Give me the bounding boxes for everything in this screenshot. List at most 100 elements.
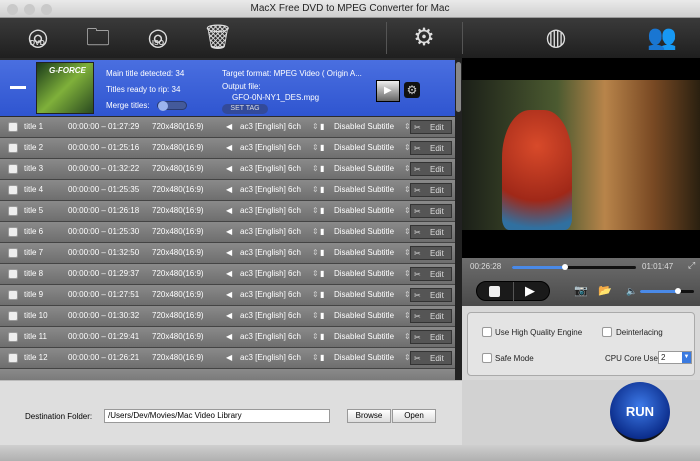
title-row[interactable]: title 4 00:00:00 – 01:25:35 720x480(16:9… — [0, 180, 455, 201]
title-row[interactable]: title 8 00:00:00 – 01:29:37 720x480(16:9… — [0, 264, 455, 285]
subtitle-select[interactable]: Disabled Subtitle — [334, 306, 394, 326]
audio-track-select[interactable]: ac3 [English] 6ch — [240, 285, 301, 305]
subtitle-select[interactable]: Disabled Subtitle — [334, 201, 394, 221]
set-tag-button[interactable]: SET TAG — [222, 104, 268, 114]
subtitle-select[interactable]: Disabled Subtitle — [334, 285, 394, 305]
title-row[interactable]: title 10 00:00:00 – 01:30:32 720x480(16:… — [0, 306, 455, 327]
title-row[interactable] — [0, 369, 455, 380]
audio-track-select[interactable]: ac3 [English] 6ch — [240, 138, 301, 158]
safe-mode-checkbox[interactable] — [482, 353, 492, 363]
subtitle-select[interactable]: Disabled Subtitle — [334, 117, 394, 137]
title-resolution: 720x480(16:9) — [152, 327, 204, 347]
seek-bar[interactable] — [512, 266, 636, 269]
dvd-cover: G-FORCE — [36, 62, 94, 114]
title-row[interactable]: title 1 00:00:00 – 01:27:29 720x480(16:9… — [0, 117, 455, 138]
audio-track-select[interactable]: ac3 [English] 6ch — [240, 159, 301, 179]
dvd-disc-button[interactable]: ◎DVD — [22, 22, 54, 54]
title-row[interactable]: title 12 00:00:00 – 01:26:21 720x480(16:… — [0, 348, 455, 369]
subtitle-select[interactable]: Disabled Subtitle — [334, 222, 394, 242]
title-checkbox[interactable] — [8, 311, 18, 321]
window-controls[interactable] — [7, 4, 52, 15]
title-checkbox[interactable] — [8, 122, 18, 132]
hq-engine-checkbox[interactable] — [482, 327, 492, 337]
audio-track-select[interactable]: ac3 [English] 6ch — [240, 180, 301, 200]
target-format[interactable]: Target format: MPEG Video ( Origin A... — [222, 69, 362, 78]
edit-button[interactable]: ✂Edit — [410, 204, 452, 218]
collapse-button[interactable] — [10, 86, 26, 89]
subtitle-select[interactable]: Disabled Subtitle — [334, 264, 394, 284]
play-button[interactable]: ▶ — [525, 283, 535, 299]
title-row[interactable]: title 7 00:00:00 – 01:32:50 720x480(16:9… — [0, 243, 455, 264]
title-checkbox[interactable] — [8, 143, 18, 153]
title-row[interactable]: title 3 00:00:00 – 01:32:22 720x480(16:9… — [0, 159, 455, 180]
iso-button[interactable]: ◎ISO — [142, 22, 174, 54]
subtitle-select[interactable]: Disabled Subtitle — [334, 180, 394, 200]
title-name: title 3 — [24, 159, 43, 179]
title-row[interactable]: title 2 00:00:00 – 01:25:16 720x480(16:9… — [0, 138, 455, 159]
title-row[interactable]: title 6 00:00:00 – 01:25:30 720x480(16:9… — [0, 222, 455, 243]
edit-button[interactable]: ✂Edit — [410, 351, 452, 365]
edit-button[interactable]: ✂Edit — [410, 141, 452, 155]
stop-button[interactable] — [489, 286, 500, 297]
deinterlacing-checkbox[interactable] — [602, 327, 612, 337]
title-row[interactable]: title 5 00:00:00 – 01:26:18 720x480(16:9… — [0, 201, 455, 222]
subtitle-select[interactable]: Disabled Subtitle — [334, 327, 394, 347]
audio-track-select[interactable]: ac3 [English] 6ch — [240, 306, 301, 326]
users-icon[interactable]: 👥 — [646, 22, 678, 54]
edit-button[interactable]: ✂Edit — [410, 120, 452, 134]
snapshot-camera-icon[interactable]: 📷 — [574, 284, 588, 297]
title-row[interactable]: title 9 00:00:00 – 01:27:51 720x480(16:9… — [0, 285, 455, 306]
title-checkbox[interactable] — [8, 206, 18, 216]
title-checkbox[interactable] — [8, 269, 18, 279]
title-checkbox[interactable] — [8, 332, 18, 342]
expand-icon[interactable]: ⤢ — [688, 260, 695, 271]
title-resolution: 720x480(16:9) — [152, 117, 204, 137]
destination-folder-input[interactable]: /Users/Dev/Movies/Mac Video Library — [104, 409, 330, 423]
title-checkbox[interactable] — [8, 353, 18, 363]
edit-button[interactable]: ✂Edit — [410, 309, 452, 323]
title-checkbox[interactable] — [8, 164, 18, 174]
subtitle-select[interactable]: Disabled Subtitle — [334, 243, 394, 263]
browse-button[interactable]: Browse — [347, 409, 391, 423]
title-checkbox[interactable] — [8, 290, 18, 300]
audio-track-select[interactable]: ac3 [English] 6ch — [240, 201, 301, 221]
subtitle-select[interactable]: Disabled Subtitle — [334, 348, 394, 368]
title-name: title 8 — [24, 264, 43, 284]
title-row[interactable]: title 11 00:00:00 – 01:29:41 720x480(16:… — [0, 327, 455, 348]
edit-button[interactable]: ✂Edit — [410, 246, 452, 260]
edit-button[interactable]: ✂Edit — [410, 183, 452, 197]
volume-slider[interactable] — [640, 290, 694, 293]
edit-button[interactable]: ✂Edit — [410, 225, 452, 239]
audio-track-select[interactable]: ac3 [English] 6ch — [240, 264, 301, 284]
status-bar — [0, 445, 700, 461]
edit-button[interactable]: ✂Edit — [410, 162, 452, 176]
add-folder-button[interactable]: 🗀 — [82, 22, 114, 54]
edit-label: Edit — [430, 352, 444, 365]
edit-button[interactable]: ✂Edit — [410, 267, 452, 281]
audio-track-select[interactable]: ac3 [English] 6ch — [240, 327, 301, 347]
run-button[interactable]: RUN — [610, 382, 670, 442]
edit-button[interactable]: ✂Edit — [410, 288, 452, 302]
list-scrollbar[interactable] — [455, 58, 462, 380]
cpu-core-select[interactable]: 2▼ — [658, 351, 692, 364]
audio-track-select[interactable]: ac3 [English] 6ch — [240, 222, 301, 242]
update-globe-icon[interactable]: ◍ — [540, 22, 572, 54]
clapperboard-icon[interactable] — [376, 80, 400, 102]
subtitle-select[interactable]: Disabled Subtitle — [334, 159, 394, 179]
gear-icon[interactable]: ⚙ — [404, 82, 420, 98]
audio-chevron-icon: ⇕ — [312, 201, 319, 221]
title-duration: 00:00:00 – 01:25:16 — [68, 138, 139, 158]
title-checkbox[interactable] — [8, 227, 18, 237]
edit-button[interactable]: ✂Edit — [410, 330, 452, 344]
trash-icon[interactable]: 🗑 — [202, 22, 234, 54]
audio-track-select[interactable]: ac3 [English] 6ch — [240, 348, 301, 368]
merge-toggle[interactable] — [157, 101, 187, 110]
settings-gear-icon[interactable]: ⚙ — [408, 22, 440, 54]
audio-track-select[interactable]: ac3 [English] 6ch — [240, 117, 301, 137]
title-checkbox[interactable] — [8, 248, 18, 258]
open-button[interactable]: Open — [392, 409, 436, 423]
subtitle-select[interactable]: Disabled Subtitle — [334, 138, 394, 158]
title-checkbox[interactable] — [8, 185, 18, 195]
folder-icon[interactable]: 📂 — [598, 284, 612, 297]
audio-track-select[interactable]: ac3 [English] 6ch — [240, 243, 301, 263]
